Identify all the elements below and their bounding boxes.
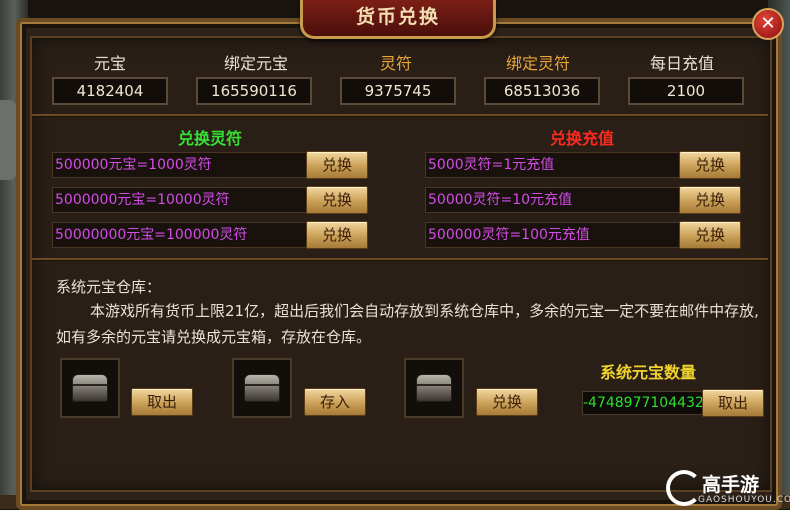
warehouse-count-value: -4748977104432 bbox=[582, 391, 706, 415]
stat-label-yuanbao: 元宝 bbox=[93, 54, 126, 73]
exchange-rate-text: 50000000元宝=100000灵符 bbox=[55, 227, 248, 243]
exchange-chest-button[interactable]: 兑换 bbox=[476, 388, 538, 416]
exchange-recharge-row: 50000灵符=10元充值 bbox=[425, 187, 681, 213]
exchange-lingfu-row: 500000元宝=1000灵符 bbox=[52, 152, 308, 178]
treasure-chest-icon bbox=[416, 374, 452, 402]
chest-slot[interactable] bbox=[404, 358, 464, 418]
stat-label-bound-yuanbao: 绑定元宝 bbox=[223, 54, 288, 73]
chest-slot[interactable] bbox=[232, 358, 292, 418]
warehouse-title: 系统元宝仓库： bbox=[56, 278, 162, 296]
exchange-rate-text: 5000灵符=1元充值 bbox=[428, 157, 555, 173]
withdraw-yuanbao-button[interactable]: 取出 bbox=[702, 389, 764, 417]
exchange-recharge-title: 兑换充值 bbox=[550, 129, 615, 148]
divider bbox=[32, 258, 768, 260]
stat-value-bound-yuanbao: 165590116 bbox=[196, 77, 312, 105]
divider bbox=[32, 114, 768, 116]
exchange-lingfu-button[interactable]: 兑换 bbox=[306, 186, 368, 214]
warehouse-notice: 本游戏所有货币上限21亿，超出后我们会自动存放到系统仓库中，多余的元宝一定不要在… bbox=[56, 298, 768, 350]
exchange-rate-text: 5000000元宝=10000灵符 bbox=[55, 192, 230, 208]
exchange-rate-text: 500000元宝=1000灵符 bbox=[55, 157, 212, 173]
exchange-rate-text: 50000灵符=10元充值 bbox=[428, 192, 573, 208]
close-button[interactable]: ✕ bbox=[752, 8, 784, 40]
treasure-chest-icon bbox=[244, 374, 280, 402]
withdraw-chest-button[interactable]: 取出 bbox=[131, 388, 193, 416]
close-icon: ✕ bbox=[760, 13, 776, 34]
deposit-chest-button[interactable]: 存入 bbox=[304, 388, 366, 416]
stat-value-yuanbao: 4182404 bbox=[52, 77, 168, 105]
exchange-lingfu-title: 兑换灵符 bbox=[178, 129, 243, 148]
exchange-recharge-button[interactable]: 兑换 bbox=[679, 221, 741, 249]
watermark-brand: 高手游 bbox=[702, 474, 760, 496]
exchange-recharge-button[interactable]: 兑换 bbox=[679, 151, 741, 179]
exchange-rate-text: 500000灵符=100元充值 bbox=[428, 227, 590, 243]
chest-slot[interactable] bbox=[60, 358, 120, 418]
watermark-domain: GAOSHOUYOU.COM bbox=[698, 495, 790, 505]
treasure-chest-icon bbox=[72, 374, 108, 402]
notice-text: 本游戏所有货币上限21亿，超出后我们会自动存放到系统仓库中，多余的元宝一定不要在… bbox=[56, 302, 759, 346]
exchange-lingfu-button[interactable]: 兑换 bbox=[306, 221, 368, 249]
exchange-lingfu-button[interactable]: 兑换 bbox=[306, 151, 368, 179]
stat-value-bound-lingfu: 68513036 bbox=[484, 77, 600, 105]
exchange-recharge-row: 500000灵符=100元充值 bbox=[425, 222, 681, 248]
exchange-recharge-row: 5000灵符=1元充值 bbox=[425, 152, 681, 178]
exchange-lingfu-row: 50000000元宝=100000灵符 bbox=[52, 222, 308, 248]
stat-value-lingfu: 9375745 bbox=[340, 77, 456, 105]
brand-g-icon bbox=[666, 470, 702, 506]
warehouse-count-label: 系统元宝数量 bbox=[600, 363, 697, 382]
exchange-recharge-button[interactable]: 兑换 bbox=[679, 186, 741, 214]
stat-value-daily-recharge: 2100 bbox=[628, 77, 744, 105]
stat-label-bound-lingfu: 绑定灵符 bbox=[505, 54, 570, 73]
exchange-lingfu-row: 5000000元宝=10000灵符 bbox=[52, 187, 308, 213]
stat-label-lingfu: 灵符 bbox=[379, 54, 412, 73]
window-title: 货币兑换 bbox=[300, 0, 496, 39]
watermark-logo: 高手游 GAOSHOUYOU.COM bbox=[666, 470, 790, 506]
stat-label-daily-recharge: 每日充值 bbox=[649, 54, 714, 73]
